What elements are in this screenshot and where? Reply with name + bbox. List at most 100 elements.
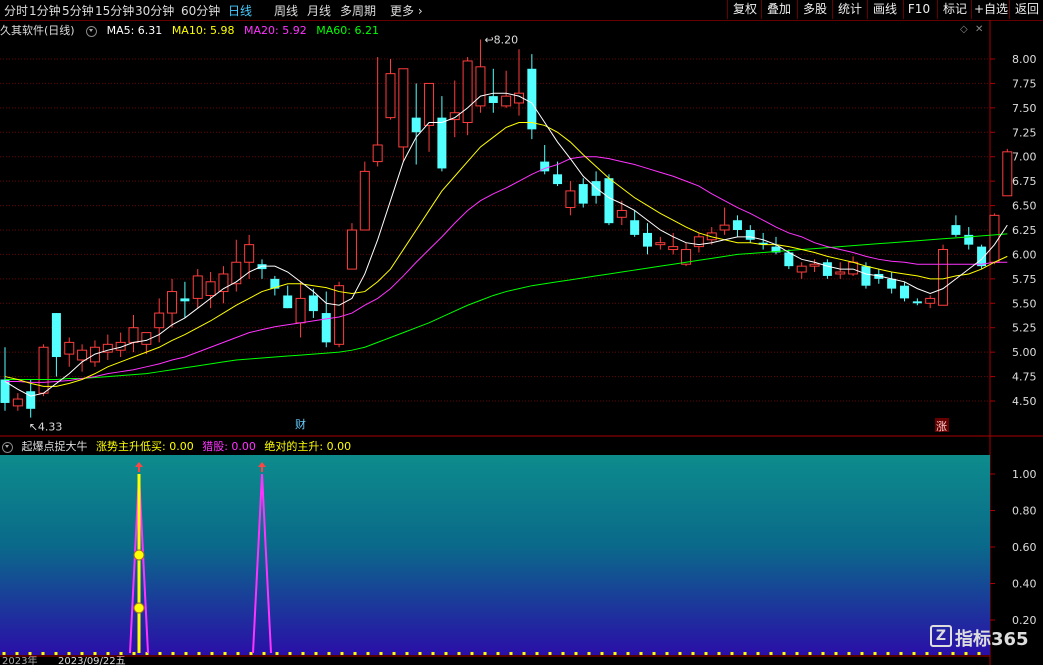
baseline-dot xyxy=(678,652,682,655)
candle-body xyxy=(668,246,679,251)
candle-body xyxy=(796,265,807,273)
baseline-dot xyxy=(119,652,123,655)
candle-body xyxy=(809,263,820,267)
baseline-dot xyxy=(821,652,825,655)
price-chart[interactable]: 8.00 7.75 7.50 7.25 7.00 6.75 6.50 6.25 6.00 5.75… xyxy=(0,0,1043,665)
candle-body xyxy=(861,266,871,286)
baseline-dot xyxy=(938,652,942,655)
baseline-dot xyxy=(132,652,136,655)
baseline-dot xyxy=(301,652,305,655)
baseline-dot xyxy=(743,652,747,655)
baseline-dot xyxy=(756,652,760,655)
baseline-dot xyxy=(41,652,45,655)
low-label: ↖4.33 xyxy=(29,421,63,434)
candle-body xyxy=(938,249,949,306)
baseline-dot xyxy=(847,652,851,655)
candle-body xyxy=(488,96,498,103)
baseline-dot xyxy=(860,652,864,655)
baseline-dot xyxy=(574,652,578,655)
baseline-dot xyxy=(522,652,526,655)
candle-body xyxy=(192,275,203,299)
baseline-dot xyxy=(509,652,513,655)
candle-body xyxy=(359,170,370,231)
y-tick-label: 4.50 xyxy=(1012,395,1037,408)
y-tick-label: 7.75 xyxy=(1012,77,1037,90)
coin-icon xyxy=(133,602,145,614)
baseline-dot xyxy=(15,652,19,655)
candle-body xyxy=(424,82,435,126)
candle-body xyxy=(501,95,512,107)
baseline-dot xyxy=(210,652,214,655)
candle-body xyxy=(745,230,755,240)
y-tick-label: 7.50 xyxy=(1012,102,1037,115)
baseline-dot xyxy=(353,652,357,655)
baseline-dot xyxy=(67,652,71,655)
y-tick-label: 6.00 xyxy=(1012,248,1037,261)
candle-body xyxy=(822,262,832,276)
candle-body xyxy=(835,271,846,275)
candle-body xyxy=(925,297,936,304)
candle-body xyxy=(1002,151,1013,197)
baseline-dot xyxy=(366,652,370,655)
y-tick-label: 5.50 xyxy=(1012,297,1037,310)
baseline-dot xyxy=(418,652,422,655)
baseline-dot xyxy=(184,652,188,655)
candle-body xyxy=(848,261,859,275)
baseline-dot xyxy=(977,652,981,655)
baseline-dot xyxy=(561,652,565,655)
sub-y-tick-label: 0.40 xyxy=(1012,578,1037,591)
baseline-dot xyxy=(340,652,344,655)
candle-body xyxy=(51,313,61,358)
candle-body xyxy=(475,66,486,107)
candle-body xyxy=(411,117,421,133)
cai-marker: 财 xyxy=(295,417,306,431)
candle-body xyxy=(295,297,306,324)
candle-body xyxy=(655,242,666,246)
candle-body xyxy=(565,190,576,209)
y-tick-label: 5.75 xyxy=(1012,273,1037,286)
baseline-dot xyxy=(535,652,539,655)
baseline-dot xyxy=(223,652,227,655)
candle-body xyxy=(553,174,563,185)
y-tick-label: 7.25 xyxy=(1012,126,1037,139)
baseline-dot xyxy=(613,652,617,655)
zhang-marker: 涨 xyxy=(936,420,947,433)
baseline-dot xyxy=(431,652,435,655)
baseline-dot xyxy=(470,652,474,655)
baseline-dot xyxy=(873,652,877,655)
baseline-dot xyxy=(626,652,630,655)
sub-pane xyxy=(0,455,990,655)
baseline-dot xyxy=(782,652,786,655)
candle-body xyxy=(643,232,652,247)
baseline-dot xyxy=(171,652,175,655)
sub-y-tick-label: 0.80 xyxy=(1012,505,1037,518)
candle-body xyxy=(283,295,293,309)
candle-body xyxy=(64,341,75,355)
candle-body xyxy=(527,68,537,130)
sub-y-tick-label: 0.60 xyxy=(1012,541,1037,554)
baseline-dot xyxy=(54,652,58,655)
baseline-dot xyxy=(600,652,604,655)
candle-body xyxy=(462,60,473,124)
candle-body xyxy=(244,244,255,263)
candle-body xyxy=(180,298,190,302)
candle-body xyxy=(385,73,396,119)
baseline-dot xyxy=(834,652,838,655)
date-label: 2023/09/22五 xyxy=(58,656,126,665)
candle-body xyxy=(900,285,909,299)
candle-body xyxy=(308,295,318,312)
candle-body xyxy=(334,285,345,345)
candle-body xyxy=(912,301,922,304)
sub-y-tick-label: 1.00 xyxy=(1012,468,1037,481)
baseline-dot xyxy=(392,652,396,655)
baseline-dot xyxy=(795,652,799,655)
y-tick-label: 8.00 xyxy=(1012,53,1037,66)
baseline-dot xyxy=(444,652,448,655)
candle-body xyxy=(12,398,23,407)
candle-body xyxy=(951,225,961,235)
candle-body xyxy=(578,184,588,204)
baseline-dot xyxy=(197,652,201,655)
coin-icon xyxy=(133,549,145,561)
baseline-dot xyxy=(2,652,6,655)
candle-body xyxy=(231,261,242,285)
